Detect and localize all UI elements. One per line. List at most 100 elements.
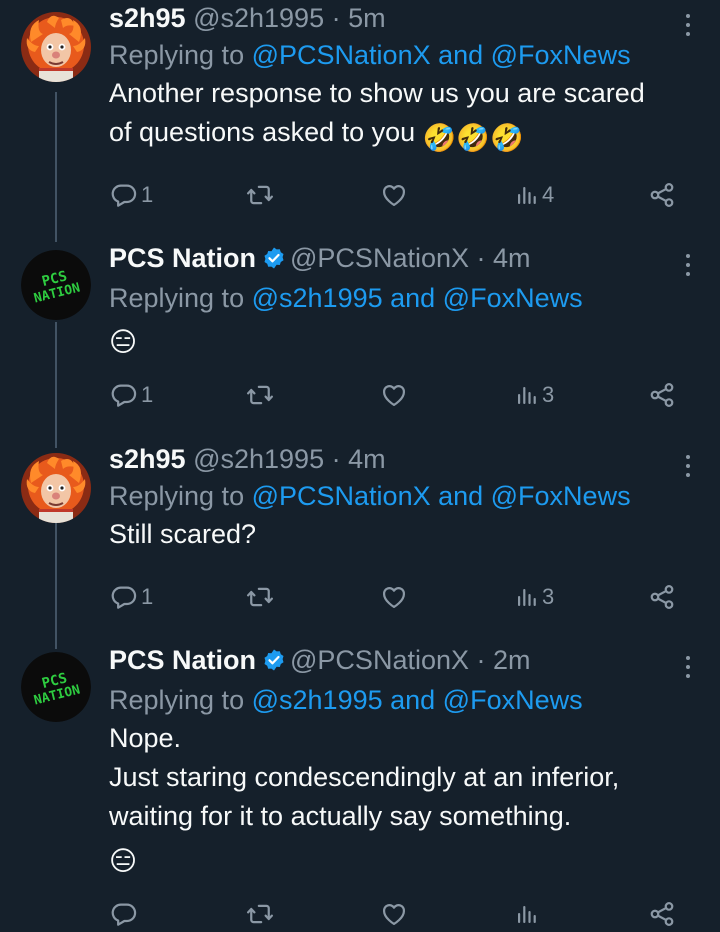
views-count: 3	[542, 584, 555, 609]
pcs-nation-avatar[interactable]: PCS NATION	[21, 652, 91, 722]
user-handle[interactable]: @s2h1995	[193, 3, 324, 33]
views-button[interactable]: 3	[515, 377, 554, 413]
reply-button[interactable]: 1	[110, 177, 153, 213]
tweet-actions	[110, 896, 690, 932]
retweet-button[interactable]	[245, 579, 275, 615]
tweet-text-line: of questions asked to you 🤣🤣🤣	[109, 113, 680, 158]
views-icon	[515, 381, 539, 409]
display-name[interactable]: PCS Nation	[109, 645, 256, 675]
reply-button[interactable]: 1	[110, 377, 153, 413]
tweet-text: Nope. Just staring condescendingly at an…	[109, 719, 680, 881]
tweet-text: Another response to show us you are scar…	[109, 74, 680, 158]
tweet[interactable]: s2h95 @s2h1995 · 5m Replying to @PCSNati…	[0, 0, 720, 230]
more-options-icon[interactable]	[684, 251, 692, 281]
views-button[interactable]: 4	[515, 177, 554, 213]
heat-miser-avatar[interactable]	[21, 453, 91, 523]
views-icon	[515, 181, 539, 209]
timestamp[interactable]: · 4m	[332, 444, 386, 474]
replies-count: 1	[141, 382, 154, 407]
reply-mentions-link[interactable]: @s2h1995 and @FoxNews	[252, 283, 583, 313]
display-name[interactable]: s2h95	[109, 444, 186, 474]
retweet-icon	[245, 381, 275, 409]
user-handle[interactable]: @s2h1995	[193, 444, 324, 474]
reply-mentions-link[interactable]: @PCSNationX and @FoxNews	[252, 40, 631, 70]
retweet-button[interactable]	[245, 177, 275, 213]
timestamp[interactable]: · 2m	[477, 645, 531, 675]
views-button[interactable]	[515, 896, 539, 932]
like-button[interactable]	[380, 177, 408, 213]
retweet-icon	[245, 583, 275, 611]
like-icon	[380, 181, 408, 209]
user-handle[interactable]: @PCSNationX	[290, 243, 469, 273]
share-button[interactable]	[648, 377, 676, 413]
tweet-header: PCS Nation @PCSNationX · 4m	[109, 241, 680, 278]
replying-to: Replying to @PCSNationX and @FoxNews	[109, 477, 680, 515]
verified-badge-icon	[262, 646, 286, 680]
display-name[interactable]: PCS Nation	[109, 243, 256, 273]
replies-count: 1	[141, 182, 154, 207]
tweet-header: s2h95 @s2h1995 · 4m	[109, 442, 680, 476]
tweet-actions: 14	[110, 177, 690, 213]
timestamp[interactable]: · 4m	[477, 243, 531, 273]
share-icon	[648, 381, 676, 409]
views-button[interactable]: 3	[515, 579, 554, 615]
tweet-text-line: 😑	[109, 836, 680, 881]
reply-button[interactable]: 1	[110, 579, 153, 615]
tweet[interactable]: PCS NATION PCS Nation @PCSNationX · 4m Rep…	[0, 240, 720, 430]
tweet-text-line: Another response to show us you are scar…	[109, 78, 645, 108]
tweet[interactable]: s2h95 @s2h1995 · 4m Replying to @PCSNati…	[0, 441, 720, 631]
tweet-text: Still scared?	[109, 515, 680, 554]
views-icon	[515, 900, 539, 928]
verified-badge-icon	[262, 244, 286, 278]
like-button[interactable]	[380, 579, 408, 615]
tweet-header: s2h95 @s2h1995 · 5m	[109, 1, 680, 35]
share-button[interactable]	[648, 896, 676, 932]
timestamp[interactable]: · 5m	[332, 3, 386, 33]
tweet-text-line: waiting for it to actually say something…	[109, 801, 572, 831]
tweet-text-line: 😑	[109, 317, 680, 362]
tweet-text-segment: of questions asked to you	[109, 117, 416, 147]
replying-prefix: Replying to	[109, 481, 245, 511]
tweet-header: PCS Nation @PCSNationX · 2m	[109, 643, 680, 680]
reply-button[interactable]	[110, 896, 138, 932]
replying-to: Replying to @PCSNationX and @FoxNews	[109, 36, 680, 74]
reply-icon	[110, 381, 138, 409]
replying-prefix: Replying to	[109, 283, 245, 313]
reply-mentions-link[interactable]: @s2h1995 and @FoxNews	[252, 685, 583, 715]
tweet-actions: 13	[110, 377, 690, 413]
retweet-button[interactable]	[245, 896, 275, 932]
replies-count: 1	[141, 584, 154, 609]
pcs-nation-avatar[interactable]: PCS NATION	[21, 250, 91, 320]
reply-icon	[110, 583, 138, 611]
views-count: 4	[542, 182, 555, 207]
more-options-icon[interactable]	[684, 11, 692, 41]
reply-icon	[110, 900, 138, 928]
replying-prefix: Replying to	[109, 40, 245, 70]
tweet-text-line: Just staring condescendingly at an infer…	[109, 762, 620, 792]
tweet[interactable]: PCS NATION PCS Nation @PCSNationX · 2m Rep…	[0, 642, 720, 932]
tweet-text-line: Nope.	[109, 723, 182, 753]
heat-miser-avatar[interactable]	[21, 12, 91, 82]
retweet-icon	[245, 900, 275, 928]
like-button[interactable]	[380, 377, 408, 413]
expressionless-emoji-icon: 😑	[109, 846, 138, 876]
user-handle[interactable]: @PCSNationX	[290, 645, 469, 675]
reply-mentions-link[interactable]: @PCSNationX and @FoxNews	[252, 481, 631, 511]
reply-icon	[110, 181, 138, 209]
share-button[interactable]	[648, 579, 676, 615]
tweet-text: 😑	[109, 317, 680, 362]
views-icon	[515, 583, 539, 611]
laughing-emoji-icon: 🤣🤣🤣	[422, 123, 524, 153]
share-button[interactable]	[648, 177, 676, 213]
expressionless-emoji-icon: 😑	[109, 327, 138, 357]
like-button[interactable]	[380, 896, 408, 932]
display-name[interactable]: s2h95	[109, 3, 186, 33]
tweet-actions: 13	[110, 579, 690, 615]
more-options-icon[interactable]	[684, 653, 692, 683]
tweet-text-line: Still scared?	[109, 519, 257, 549]
like-icon	[380, 583, 408, 611]
replying-prefix: Replying to	[109, 685, 245, 715]
retweet-button[interactable]	[245, 377, 275, 413]
retweet-icon	[245, 181, 275, 209]
more-options-icon[interactable]	[684, 452, 692, 482]
